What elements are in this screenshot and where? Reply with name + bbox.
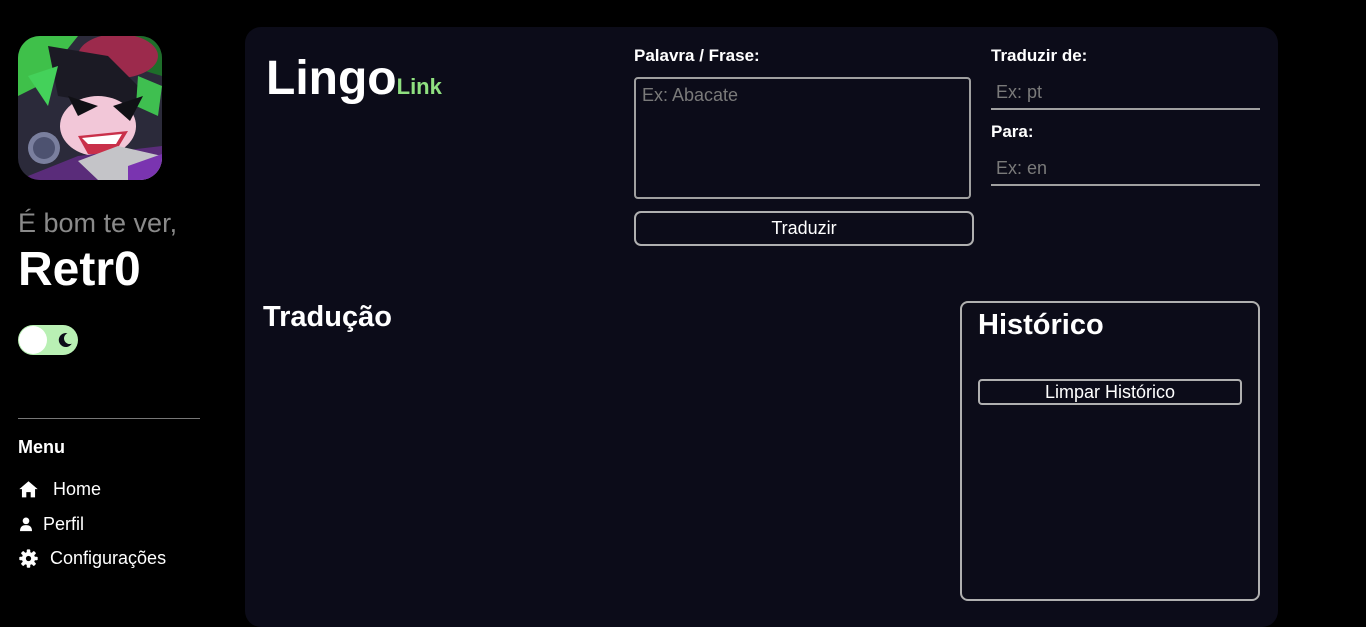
translate-button[interactable]: Traduzir <box>634 211 974 246</box>
logo-accent-text: Link <box>396 74 442 99</box>
theme-toggle[interactable] <box>18 325 78 355</box>
avatar <box>18 36 162 180</box>
sidebar-divider <box>18 418 200 419</box>
logo-main-text: Lingo <box>266 52 397 105</box>
history-panel: Histórico Limpar Histórico <box>960 301 1260 601</box>
menu-item-perfil[interactable]: Perfil <box>18 514 84 535</box>
home-icon <box>19 481 38 498</box>
gear-icon <box>19 549 38 568</box>
history-title: Histórico <box>978 309 1104 341</box>
greeting-text: É bom te ver, <box>18 208 178 238</box>
clear-history-button[interactable]: Limpar Histórico <box>978 379 1242 405</box>
menu-item-label: Configurações <box>50 548 167 568</box>
main-panel: LingoLink Palavra / Frase: Traduzir Trad… <box>245 27 1278 627</box>
app-logo: LingoLink <box>266 51 442 106</box>
user-icon <box>20 517 32 532</box>
toggle-knob <box>19 326 47 354</box>
moon-icon <box>58 332 72 347</box>
menu-title: Menu <box>18 437 65 457</box>
username: Retr0 <box>18 243 141 296</box>
to-language-input[interactable] <box>991 152 1260 186</box>
word-input[interactable] <box>634 77 971 199</box>
menu-item-label: Perfil <box>43 514 85 534</box>
from-language-input[interactable] <box>991 76 1260 110</box>
to-language-label: Para: <box>991 122 1034 141</box>
from-language-label: Traduzir de: <box>991 46 1088 65</box>
menu-item-home[interactable]: Home <box>18 479 101 500</box>
word-label: Palavra / Frase: <box>634 46 760 65</box>
menu-item-configuracoes[interactable]: Configurações <box>18 548 166 569</box>
sidebar: É bom te ver, Retr0 Menu Home Perfil Con… <box>0 0 230 614</box>
translation-title: Tradução <box>263 301 392 333</box>
menu-item-label: Home <box>53 479 102 499</box>
